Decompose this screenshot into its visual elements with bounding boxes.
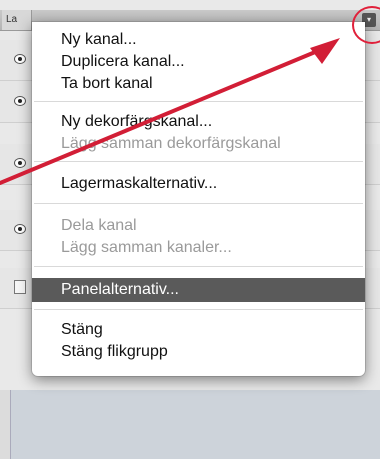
menu-item-merge-spot-channel: Lägg samman dekorfärgskanal (61, 135, 281, 152)
tab-layers[interactable]: La (2, 10, 32, 30)
eye-icon[interactable] (14, 54, 26, 64)
menu-item-panel-options[interactable]: Panelalternativ... (32, 278, 365, 302)
menu-separator (34, 309, 363, 310)
eye-icon[interactable] (14, 96, 26, 106)
menu-item-layer-mask-options[interactable]: Lagermaskalternativ... (32, 172, 365, 196)
menu-item-merge-channels: Lägg samman kanaler... (61, 239, 232, 256)
menu-item-split-channel: Dela kanal (61, 217, 137, 234)
visibility-checkbox[interactable] (14, 280, 26, 294)
menu-item-delete-channel[interactable]: Ta bort kanal (32, 72, 365, 96)
menu-separator (34, 266, 363, 267)
panel-area (10, 390, 380, 459)
menu-item-new-spot-channel[interactable]: Ny dekorfärgskanal... (32, 110, 365, 134)
panel-flyout-menu: Ny kanal... Duplicera kanal... Ta bort k… (32, 22, 365, 376)
eye-icon[interactable] (14, 224, 26, 234)
menu-item-close[interactable]: Stäng (32, 318, 365, 342)
menu-item-close-tab-group[interactable]: Stäng flikgrupp (32, 340, 365, 364)
menu-item-new-channel[interactable]: Ny kanal... (32, 28, 365, 52)
menu-separator (34, 161, 363, 162)
eye-icon[interactable] (14, 158, 26, 168)
menu-separator (34, 101, 363, 102)
menu-separator (34, 203, 363, 204)
menu-item-duplicate-channel[interactable]: Duplicera kanal... (32, 50, 365, 74)
